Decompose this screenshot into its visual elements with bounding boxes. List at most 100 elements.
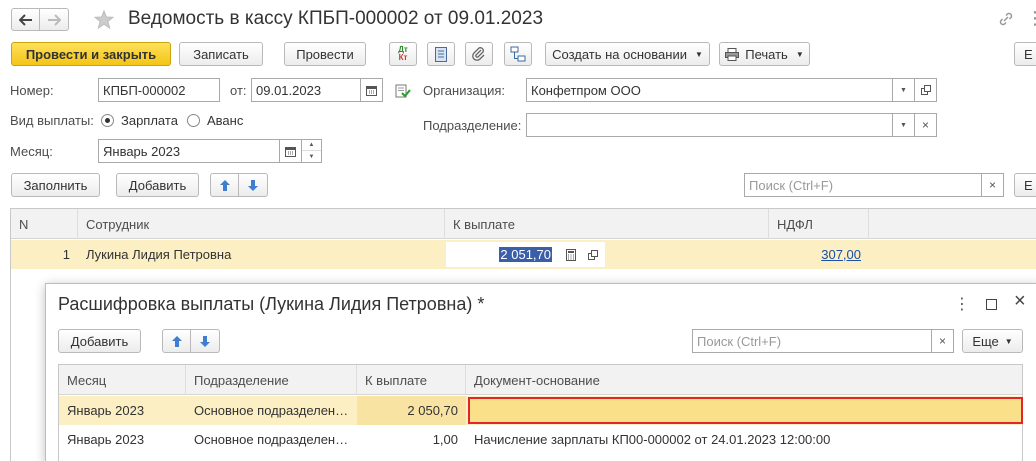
date-field[interactable]: 09.01.2023 [251,78,361,102]
print-button[interactable]: Печать ▼ [719,42,810,66]
window-header: Ведомость в кассу КПБП-000002 от 09.01.2… [0,0,1036,40]
attach-button[interactable] [465,42,493,66]
cell-document[interactable]: Начисление зарплаты КП00-000002 от 24.01… [466,425,1022,454]
close-icon: × [921,118,929,132]
fill-button[interactable]: Заполнить [11,173,100,197]
cell-to-pay: 2 050,70 [357,396,466,425]
division-label: Подразделение: [423,118,522,133]
to-pay-editor[interactable]: 2 051,70 [446,242,605,267]
month-field[interactable]: Январь 2023 [98,139,280,163]
dialog-search-input[interactable]: Поиск (Ctrl+F) [692,329,932,353]
dialog-more-button[interactable]: Еще ▼ [962,329,1023,353]
open-button[interactable] [582,242,604,267]
close-icon: × [938,334,946,348]
structure-button[interactable] [504,42,532,66]
dialog-move-down-button[interactable] [191,329,220,353]
more-button[interactable]: Е [1014,42,1036,66]
column-header-to-pay[interactable]: К выплате [445,209,769,239]
organization-field[interactable]: Конфетпром ООО [526,78,893,102]
column-header-to-pay[interactable]: К выплате [357,365,466,395]
number-field[interactable]: КПБП-000002 [98,78,220,102]
month-calendar-button[interactable] [280,139,302,163]
division-clear-button[interactable]: × [915,113,937,137]
arrow-down-icon [248,179,258,191]
add-row-button[interactable]: Добавить [116,173,199,197]
create-based-on-button[interactable]: Создать на основании ▼ [545,42,710,66]
more-actions-icon[interactable]: ⋮ [1026,8,1036,29]
division-field[interactable] [526,113,893,137]
month-stepper[interactable]: ▲ ▼ [302,139,322,163]
column-header-month[interactable]: Месяц [59,365,186,395]
move-down-button[interactable] [239,173,268,197]
stepper-down-icon[interactable]: ▼ [302,151,321,162]
arrow-right-icon [48,13,61,26]
stepper-up-icon[interactable]: ▲ [302,140,321,151]
dialog-search-clear-button[interactable]: × [932,329,954,353]
post-and-close-button[interactable]: Провести и закрыть [11,42,171,66]
close-icon: × [988,178,996,192]
payment-salary-radio[interactable]: Зарплата [101,113,178,128]
arrow-left-icon [18,13,32,26]
table-header: N Сотрудник К выплате НДФЛ [11,209,1036,239]
post-button[interactable]: Провести [284,42,366,66]
table-row[interactable]: Январь 2023 Основное подразделен… 2 050,… [59,396,1023,425]
column-header-n[interactable]: N [11,209,78,239]
cell-division: Основное подразделен… [194,403,349,418]
save-button[interactable]: Записать [179,42,263,66]
dt-kt-button[interactable]: Дт Кт [389,42,417,66]
number-label: Номер: [10,83,54,98]
table-row[interactable]: Январь 2023 Основное подразделен… 1,00 Н… [59,425,1022,454]
list-icon [435,46,447,62]
chevron-down-icon: ▼ [694,49,703,59]
maximize-icon[interactable] [986,299,997,310]
forward-button[interactable] [40,8,69,31]
calculator-icon [566,248,576,261]
column-header-ndfl[interactable]: НДФЛ [769,209,869,239]
search-input[interactable]: Поиск (Ctrl+F) [744,173,982,197]
payment-advance-radio[interactable]: Аванс [187,113,243,128]
star-icon[interactable] [94,10,114,29]
posted-status-icon [395,84,411,98]
cell-to-pay: 1,00 [432,432,458,447]
paperclip-icon [472,47,485,61]
radio-empty-icon [187,114,200,127]
document-basis-field[interactable] [468,397,1023,424]
column-header-employee[interactable]: Сотрудник [78,209,445,239]
column-header-division[interactable]: Подразделение [186,365,357,395]
printer-icon [725,47,740,61]
search-clear-button[interactable]: × [982,173,1004,197]
chevron-down-icon: ▼ [795,49,804,59]
cell-division: Основное подразделен… [194,432,349,447]
division-dropdown-button[interactable]: ▼ [893,113,915,137]
calendar-button[interactable] [361,78,383,102]
date-label: от: [230,83,247,98]
organization-open-button[interactable] [915,78,937,102]
window-title: Ведомость в кассу КПБП-000002 от 09.01.2… [128,8,544,29]
column-header-document[interactable]: Документ-основание [466,365,1022,395]
close-icon[interactable]: × [1014,290,1026,313]
arrow-down-icon [200,335,210,347]
dialog-add-button[interactable]: Добавить [58,329,141,353]
payment-type-label: Вид выплаты: [10,113,94,128]
breakdown-table-header: Месяц Подразделение К выплате Документ-о… [59,365,1022,395]
dialog-move-up-button[interactable] [162,329,191,353]
to-pay-input[interactable]: 2 051,70 [446,242,556,267]
structure-icon [510,46,526,62]
organization-label: Организация: [423,83,506,98]
move-up-button[interactable] [210,173,239,197]
table-more-button[interactable]: Е [1014,173,1036,197]
table-row[interactable]: 1 Лукина Лидия Петровна 2 051,70 307,00 [11,240,1036,269]
link-icon[interactable] [998,11,1014,27]
chevron-down-icon: ▼ [900,121,907,129]
cell-month: Январь 2023 [67,403,145,418]
document-list-button[interactable] [427,42,455,66]
chevron-down-icon: ▼ [900,86,907,94]
open-icon [588,249,598,260]
organization-dropdown-button[interactable]: ▼ [893,78,915,102]
dialog-menu-icon[interactable]: ⋮ [954,294,970,314]
calculator-button[interactable] [560,242,582,267]
back-button[interactable] [11,8,40,31]
arrow-up-icon [219,179,230,191]
month-label: Месяц: [10,144,53,159]
cell-ndfl[interactable]: 307,00 [769,240,869,269]
